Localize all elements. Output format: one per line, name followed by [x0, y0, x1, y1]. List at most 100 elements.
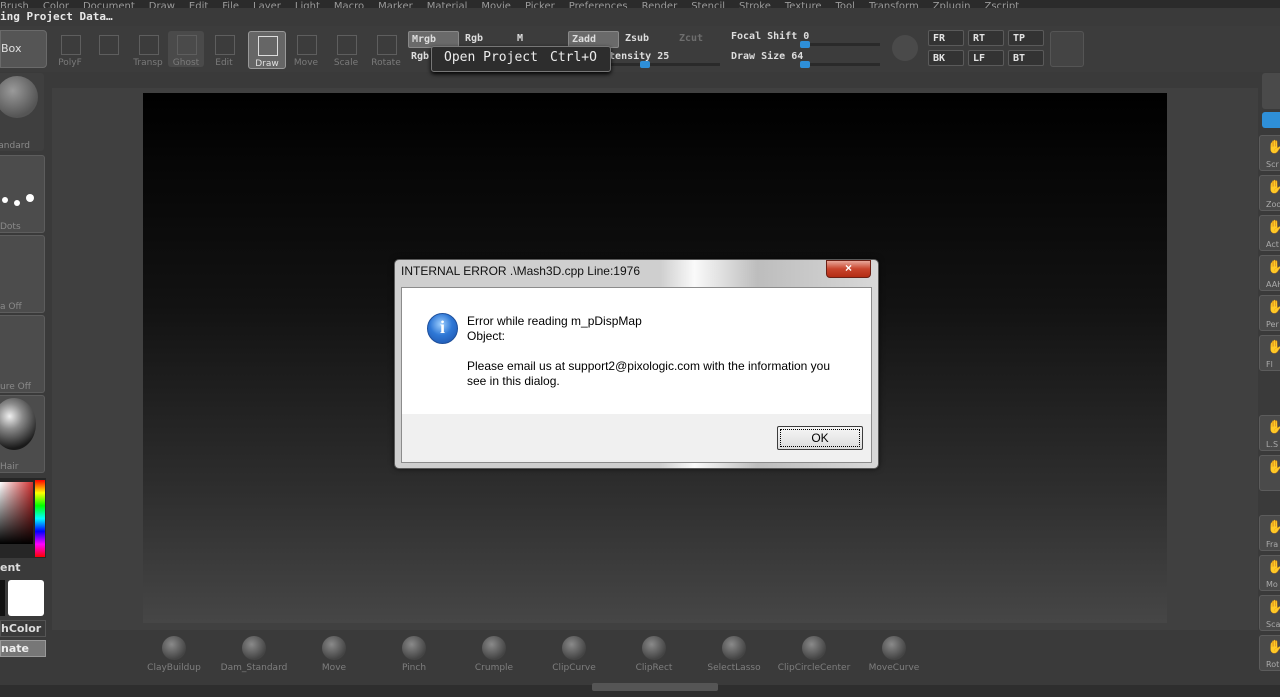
box-button[interactable]: Box — [0, 30, 47, 68]
menu-item-stroke[interactable]: Stroke — [739, 1, 771, 8]
focal-shift-slider[interactable] — [800, 41, 880, 48]
hue-bar[interactable] — [35, 480, 45, 557]
brush-selectlasso[interactable]: SelectLasso — [696, 633, 772, 678]
view-bt-button[interactable]: BT — [1008, 50, 1044, 66]
brush-movecurve[interactable]: MoveCurve — [856, 633, 932, 678]
draw-button[interactable]: Draw — [248, 31, 286, 69]
menu-item-render[interactable]: Render — [642, 1, 678, 8]
right-shelf-button-2[interactable]: ✋ Act — [1259, 215, 1280, 251]
menu-item-transform[interactable]: Transform — [869, 1, 919, 8]
m-button[interactable]: M — [514, 31, 537, 46]
right-shelf-label: Per — [1266, 320, 1279, 329]
brush-crumple[interactable]: Crumple — [456, 633, 532, 678]
alpha-selector[interactable]: a Off — [0, 235, 45, 313]
menu-item-marker[interactable]: Marker — [378, 1, 413, 8]
color-gradient[interactable] — [0, 482, 33, 544]
tool-icon: ✋ — [1267, 340, 1280, 355]
rgb-button[interactable]: Rgb — [462, 31, 505, 46]
menu-item-layer[interactable]: Layer — [253, 1, 281, 8]
menu-item-stencil[interactable]: Stencil — [691, 1, 725, 8]
lazy-mouse-icon[interactable] — [892, 35, 918, 61]
cube-icon — [99, 35, 119, 55]
right-shelf-button-10[interactable]: ✋ Sca — [1259, 595, 1280, 631]
right-shelf-button-6[interactable]: ✋ L.S — [1259, 415, 1280, 451]
tooltip-shortcut: Ctrl+O — [550, 50, 597, 65]
brush-claybuildup[interactable]: ClayBuildup — [136, 633, 212, 678]
brush-clipcurve[interactable]: ClipCurve — [536, 633, 612, 678]
slider-knob[interactable] — [800, 41, 810, 48]
spix-slider[interactable] — [1262, 112, 1280, 128]
tool-icon: ✋ — [1267, 520, 1280, 535]
menu-item-preferences[interactable]: Preferences — [569, 1, 628, 8]
right-shelf-button-11[interactable]: ✋ Rot — [1259, 635, 1280, 671]
draw-icon — [258, 36, 278, 56]
ok-button[interactable]: OK — [777, 426, 863, 450]
zcut-button[interactable]: Zcut — [676, 31, 725, 46]
edit-button[interactable]: Edit — [206, 31, 242, 68]
zsub-button[interactable]: Zsub — [622, 31, 671, 46]
brush-label: Standard — [0, 141, 30, 151]
right-shelf-button-8[interactable]: ✋ Fra — [1259, 515, 1280, 551]
stroke-selector[interactable]: Dots — [0, 155, 45, 233]
menu-item-movie[interactable]: Movie — [481, 1, 511, 8]
right-shelf-button-5[interactable]: ✋ Fl — [1259, 335, 1280, 371]
tool-label: Draw — [255, 59, 279, 69]
ghost-button[interactable]: Ghost — [168, 31, 204, 68]
brush-selector[interactable]: Standard — [0, 73, 44, 151]
menu-item-picker[interactable]: Picker — [525, 1, 555, 8]
z-intensity-slider[interactable] — [594, 61, 720, 68]
view-rt-button[interactable]: RT — [968, 30, 1004, 46]
alternate-button[interactable]: nate — [0, 640, 46, 657]
right-shelf-button-4[interactable]: ✋ Per — [1259, 295, 1280, 331]
menu-item-brush[interactable]: Brush — [0, 1, 29, 8]
right-shelf-button-9[interactable]: ✋ Mo — [1259, 555, 1280, 591]
menu-item-light[interactable]: Light — [295, 1, 320, 8]
main-color-swatch[interactable] — [0, 580, 5, 616]
view-tp-button[interactable]: TP — [1008, 30, 1044, 46]
view-fr-button[interactable]: FR — [928, 30, 964, 46]
view-bk-button[interactable]: BK — [928, 50, 964, 66]
menu-item-color[interactable]: Color — [43, 1, 69, 8]
brush-pinch[interactable]: Pinch — [376, 633, 452, 678]
view-lf-button[interactable]: LF — [968, 50, 1004, 66]
secondary-color-swatch[interactable] — [8, 580, 44, 616]
menu-item-file[interactable]: File — [222, 1, 239, 8]
right-shelf-button-3[interactable]: ✋ AAH — [1259, 255, 1280, 291]
draw-size-slider[interactable] — [800, 61, 880, 68]
brush-cliprect[interactable]: ClipRect — [616, 633, 692, 678]
brush-move[interactable]: Move — [296, 633, 372, 678]
right-shelf-button-7[interactable]: ✋ — [1259, 455, 1280, 491]
menu-item-document[interactable]: Document — [83, 1, 135, 8]
polyf-button[interactable]: PolyF — [52, 31, 88, 68]
menu-item-tool[interactable]: Tool — [836, 1, 855, 8]
menu-item-macro[interactable]: Macro — [334, 1, 364, 8]
right-shelf-button-0[interactable]: ✋ Scr — [1259, 135, 1280, 171]
material-selector[interactable]: Hair — [0, 395, 45, 473]
rotate-button[interactable]: Rotate — [368, 31, 404, 68]
texture-selector[interactable]: ure Off — [0, 315, 45, 393]
perspective-icon[interactable] — [1050, 31, 1084, 67]
brush-dam_standard[interactable]: Dam_Standard — [216, 633, 292, 678]
object-line: Object: — [467, 329, 506, 343]
menu-item-edit[interactable]: Edit — [189, 1, 208, 8]
slider-knob[interactable] — [640, 61, 650, 68]
scale-button[interactable]: Scale — [328, 31, 364, 68]
menu-item-texture[interactable]: Texture — [785, 1, 822, 8]
right-shelf-button-1[interactable]: ✋ Zoo — [1259, 175, 1280, 211]
transp-button[interactable]: Transp — [130, 31, 166, 68]
cube-button[interactable] — [90, 31, 126, 67]
brush-clipcirclecenter[interactable]: ClipCircleCenter — [776, 633, 852, 678]
move-button[interactable]: Move — [288, 31, 324, 68]
bpr-button[interactable] — [1262, 73, 1280, 109]
close-button[interactable]: × — [826, 260, 871, 278]
menu-item-zplugin[interactable]: Zplugin — [933, 1, 971, 8]
dots-stroke-icon — [2, 197, 8, 203]
tray-toggle-handle[interactable] — [592, 683, 718, 691]
menu-item-zscript[interactable]: Zscript — [984, 1, 1019, 8]
switch-color-button[interactable]: hColor — [0, 620, 46, 637]
menu-item-material[interactable]: Material — [427, 1, 468, 8]
slider-knob[interactable] — [800, 61, 810, 68]
brush-icon — [242, 636, 266, 660]
transparency-icon — [139, 35, 159, 55]
menu-item-draw[interactable]: Draw — [149, 1, 175, 8]
